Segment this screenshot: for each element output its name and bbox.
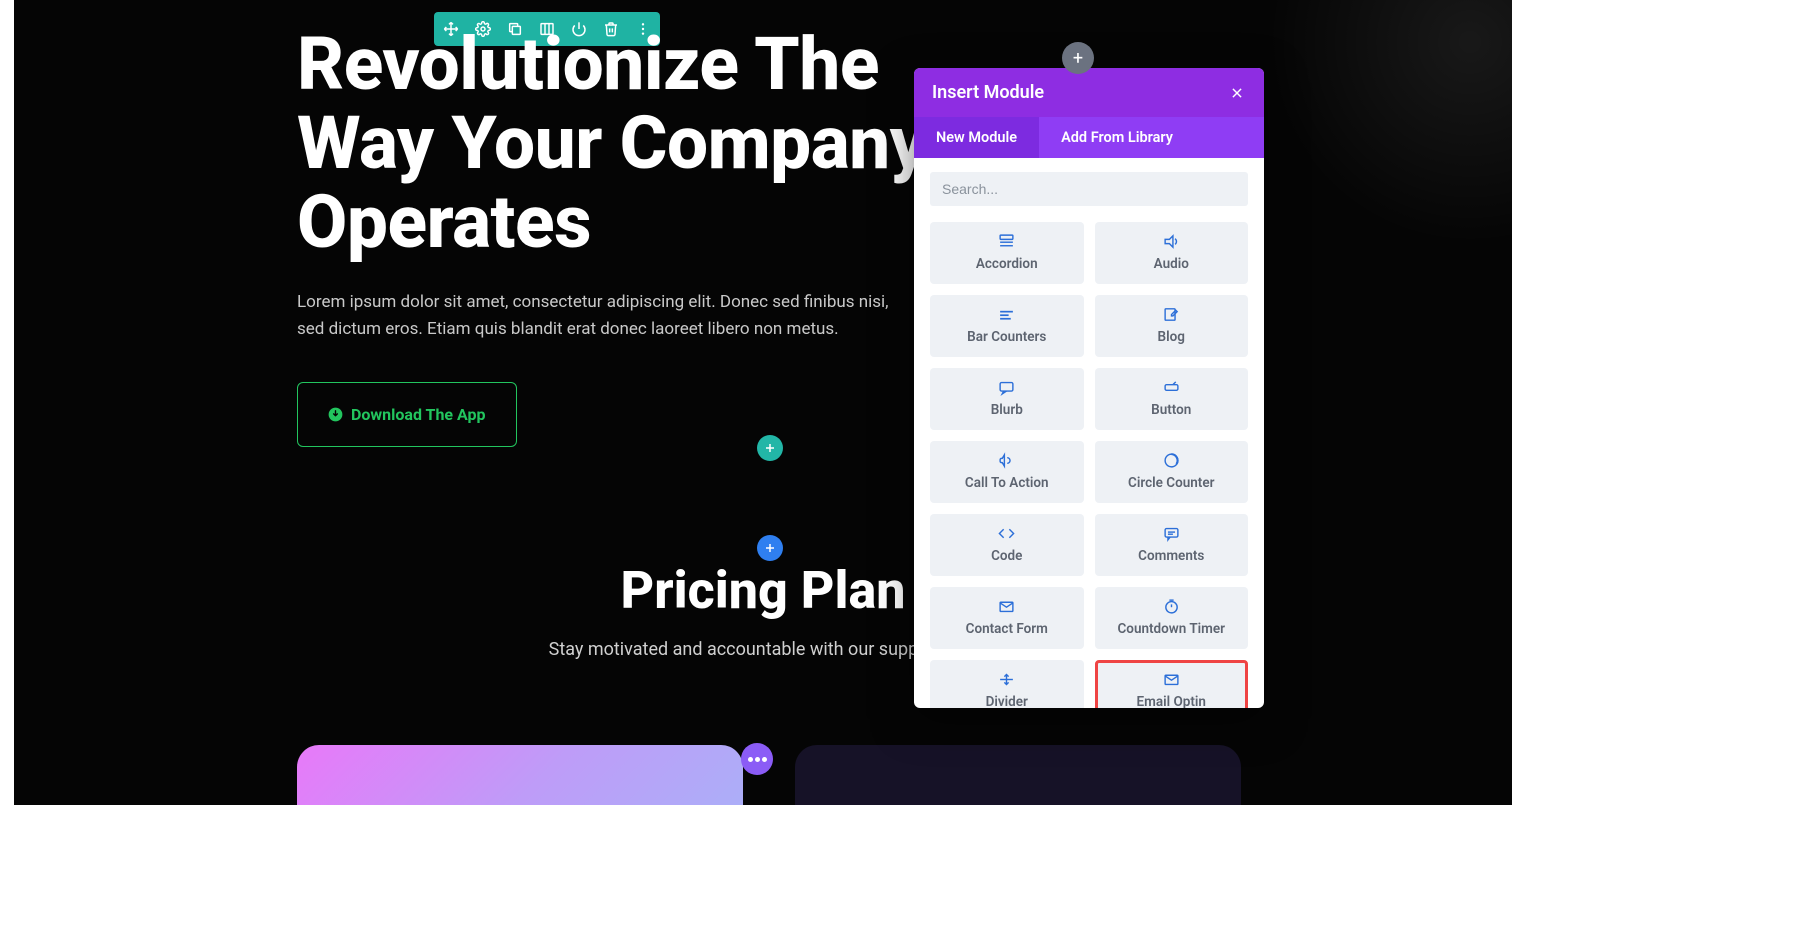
panel-body: Accordion Audio Bar Counters Blog Blurb Butto…	[914, 158, 1264, 708]
decorative-glow	[1232, 0, 1512, 280]
pricing-subtitle: Stay motivated and accountable with our …	[14, 639, 1512, 660]
panel-title: Insert Module	[932, 82, 1044, 103]
tab-new-module[interactable]: New Module	[914, 117, 1039, 158]
hero-subtitle: Lorem ipsum dolor sit amet, consectetur …	[297, 289, 902, 342]
module-divider[interactable]: Divider	[930, 660, 1084, 708]
download-app-button[interactable]: Download The App	[297, 382, 517, 447]
module-label: Contact Form	[966, 621, 1048, 637]
page-canvas: Revolutionize The Way Your Company Opera…	[14, 0, 1512, 800]
module-label: Bar Counters	[967, 329, 1046, 345]
search-input[interactable]	[930, 172, 1248, 206]
module-label: Countdown Timer	[1117, 621, 1225, 637]
module-email-optin[interactable]: Email Optin	[1095, 660, 1249, 708]
add-section-button-green[interactable]	[757, 435, 783, 461]
module-label: Accordion	[976, 256, 1038, 272]
add-section-button-blue[interactable]	[757, 535, 783, 561]
download-label: Download The App	[351, 405, 486, 424]
module-label: Comments	[1138, 548, 1204, 564]
code-icon	[998, 524, 1015, 542]
module-contact-form[interactable]: Contact Form	[930, 587, 1084, 649]
comments-icon	[1163, 524, 1180, 542]
module-audio[interactable]: Audio	[1095, 222, 1249, 284]
module-label: Circle Counter	[1128, 475, 1214, 491]
module-label: Blog	[1158, 329, 1185, 345]
timer-icon	[1163, 597, 1180, 615]
button-icon	[1163, 378, 1180, 396]
tab-add-from-library[interactable]: Add From Library	[1039, 117, 1195, 158]
download-icon	[328, 407, 343, 422]
module-accordion[interactable]: Accordion	[930, 222, 1084, 284]
module-grid: Accordion Audio Bar Counters Blog Blurb Butto…	[930, 222, 1248, 708]
module-call-to-action[interactable]: Call To Action	[930, 441, 1084, 503]
module-comments[interactable]: Comments	[1095, 514, 1249, 576]
envelope-icon	[998, 597, 1015, 615]
module-label: Code	[991, 548, 1022, 564]
module-label: Call To Action	[965, 475, 1049, 491]
pricing-section: Pricing Plan Stay motivated and accounta…	[14, 560, 1512, 660]
hero-section: Revolutionize The Way Your Company Opera…	[297, 25, 937, 447]
close-icon[interactable]	[1228, 84, 1246, 102]
pricing-card-right[interactable]	[795, 745, 1241, 805]
module-blog[interactable]: Blog	[1095, 295, 1249, 357]
hero-title: Revolutionize The Way Your Company Opera…	[297, 25, 937, 261]
module-label: Email Optin	[1137, 694, 1206, 708]
pricing-title: Pricing Plan	[14, 560, 1512, 621]
accordion-icon	[998, 232, 1015, 250]
module-label: Blurb	[991, 402, 1023, 418]
divider-icon	[998, 670, 1015, 688]
module-circle-counter[interactable]: Circle Counter	[1095, 441, 1249, 503]
module-label: Divider	[986, 694, 1028, 708]
module-label: Button	[1151, 402, 1191, 418]
module-button[interactable]: Button	[1095, 368, 1249, 430]
module-blurb[interactable]: Blurb	[930, 368, 1084, 430]
module-countdown-timer[interactable]: Countdown Timer	[1095, 587, 1249, 649]
module-label: Audio	[1154, 256, 1189, 272]
audio-icon	[1163, 232, 1180, 250]
circle-counter-icon	[1163, 451, 1180, 469]
envelope-icon	[1163, 670, 1180, 688]
bars-icon	[998, 305, 1015, 323]
panel-anchor-plus[interactable]: +	[1062, 42, 1094, 74]
edit-note-icon	[1163, 305, 1180, 323]
speech-icon	[998, 378, 1015, 396]
panel-tabs: New Module Add From Library	[914, 117, 1264, 158]
pricing-card-left[interactable]	[297, 745, 743, 805]
card-context-button[interactable]	[741, 743, 773, 775]
module-bar-counters[interactable]: Bar Counters	[930, 295, 1084, 357]
insert-module-panel: Insert Module New Module Add From Librar…	[914, 68, 1264, 708]
megaphone-icon	[998, 451, 1015, 469]
module-code[interactable]: Code	[930, 514, 1084, 576]
panel-header: Insert Module	[914, 68, 1264, 117]
